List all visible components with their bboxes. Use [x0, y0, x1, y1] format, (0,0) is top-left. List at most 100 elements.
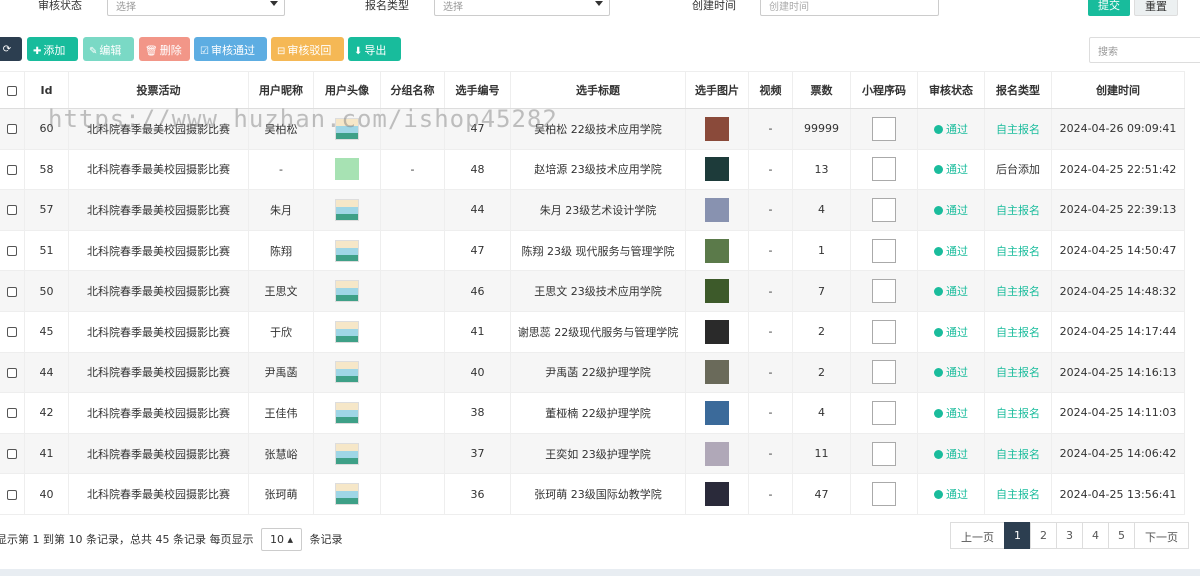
page-button-1[interactable]: 1	[1004, 522, 1031, 549]
row-checkbox[interactable]	[7, 164, 17, 175]
page-button-2[interactable]: 2	[1030, 522, 1057, 549]
signup-type[interactable]: 自主报名	[996, 448, 1040, 461]
table-row[interactable]: 60 北科院春季最美校园摄影比赛 吴柏松 47 吴柏松 22级技术应用学院 -99999 通…	[0, 108, 1185, 150]
contestant-photo[interactable]	[705, 238, 729, 263]
export-button[interactable]: ⬇ 导出	[348, 37, 401, 61]
table-row[interactable]: 40 北科院春季最美校园摄影比赛 张珂萌 36 张珂萌 23级国际幼教学院 -47 通过 自主…	[0, 473, 1185, 515]
row-checkbox[interactable]	[7, 489, 17, 500]
avatar[interactable]	[335, 117, 359, 140]
status-badge[interactable]: 通过	[934, 448, 968, 461]
broken-image-icon[interactable]	[872, 279, 896, 304]
col-header[interactable]: Id	[24, 71, 69, 109]
refresh-button[interactable]: ⟳	[0, 37, 22, 61]
reject-button[interactable]: ⊟ 审核驳回	[271, 37, 344, 61]
broken-image-icon[interactable]	[872, 400, 896, 425]
table-row[interactable]: 45 北科院春季最美校园摄影比赛 于欣 41 谢思蕊 22级现代服务与管理学院 -2 通过 自…	[0, 310, 1185, 353]
contestant-photo[interactable]	[705, 116, 729, 141]
signup-type[interactable]: 自主报名	[996, 488, 1040, 501]
edit-button[interactable]: ✎ 编辑	[83, 37, 134, 61]
row-select-cell[interactable]	[0, 189, 25, 231]
select-all-checkbox[interactable]	[7, 85, 17, 96]
col-header[interactable]: 选手图片	[685, 71, 749, 109]
page-button-4[interactable]: 4	[1082, 522, 1109, 549]
page-size-select[interactable]: 10 ▴	[260, 528, 302, 551]
prev-page-button[interactable]: 上一页	[950, 522, 1005, 549]
broken-image-icon[interactable]	[872, 157, 896, 182]
broken-image-icon[interactable]	[872, 441, 896, 466]
signup-type[interactable]: 自主报名	[996, 407, 1040, 420]
row-select-cell[interactable]	[0, 351, 25, 394]
table-row[interactable]: 44 北科院春季最美校园摄影比赛 尹禹菡 40 尹禹菡 22级护理学院 -2 通过 自主报名 2…	[0, 351, 1185, 394]
broken-image-icon[interactable]	[872, 360, 896, 385]
row-select-cell[interactable]	[0, 148, 25, 191]
delete-button[interactable]: 🗑 删除	[139, 37, 190, 61]
broken-image-icon[interactable]	[872, 116, 896, 141]
search-input[interactable]: 搜索	[1089, 37, 1200, 63]
table-row[interactable]: 57 北科院春季最美校园摄影比赛 朱月 44 朱月 23级艺术设计学院 -4 通过 自主报名 2…	[0, 189, 1185, 231]
row-checkbox[interactable]	[7, 124, 17, 135]
created-time-input[interactable]: 创建时间	[760, 0, 939, 16]
row-select-cell[interactable]	[0, 473, 25, 515]
row-select-cell[interactable]	[0, 392, 25, 434]
row-checkbox[interactable]	[7, 449, 17, 460]
col-header[interactable]: 报名类型	[984, 71, 1052, 109]
col-header[interactable]: 票数	[792, 71, 851, 109]
approve-button[interactable]: ☑ 审核通过	[194, 37, 267, 61]
col-header[interactable]: 审核状态	[917, 71, 985, 109]
signup-type[interactable]: 自主报名	[996, 366, 1040, 379]
table-row[interactable]: 58 北科院春季最美校园摄影比赛 - -48 赵培源 23级技术应用学院 -13 通过 后台添…	[0, 148, 1185, 191]
signup-type-select[interactable]: 选择	[434, 0, 610, 16]
signup-type[interactable]: 自主报名	[996, 326, 1040, 339]
row-select-cell[interactable]	[0, 229, 25, 272]
status-badge[interactable]: 通过	[934, 163, 968, 176]
row-checkbox[interactable]	[7, 367, 17, 378]
next-page-button[interactable]: 下一页	[1134, 522, 1189, 549]
avatar[interactable]	[335, 442, 359, 465]
table-row[interactable]: 50 北科院春季最美校园摄影比赛 王思文 46 王思文 23级技术应用学院 -7 通过 自主报…	[0, 270, 1185, 312]
col-header[interactable]: 用户昵称	[248, 71, 314, 109]
avatar[interactable]	[335, 239, 359, 262]
row-select-cell[interactable]	[0, 270, 25, 312]
signup-type[interactable]: 自主报名	[996, 204, 1040, 217]
page-button-3[interactable]: 3	[1056, 522, 1083, 549]
col-header[interactable]: 用户头像	[313, 71, 381, 109]
row-checkbox[interactable]	[7, 205, 17, 216]
table-row[interactable]: 42 北科院春季最美校园摄影比赛 王佳伟 38 董桠楠 22级护理学院 -4 通过 自主报名 2…	[0, 392, 1185, 434]
contestant-photo[interactable]	[705, 360, 729, 385]
row-checkbox[interactable]	[7, 408, 17, 419]
row-select-cell[interactable]	[0, 432, 25, 475]
contestant-photo[interactable]	[705, 482, 729, 507]
col-header[interactable]: 投票活动	[68, 71, 249, 109]
add-button[interactable]: ✚ 添加	[27, 37, 78, 61]
col-header[interactable]: 选手编号	[444, 71, 511, 109]
submit-button[interactable]: 提交	[1088, 0, 1130, 16]
status-badge[interactable]: 通过	[934, 204, 968, 217]
status-badge[interactable]: 通过	[934, 123, 968, 136]
row-select-cell[interactable]	[0, 108, 25, 150]
broken-image-icon[interactable]	[872, 197, 896, 222]
contestant-photo[interactable]	[705, 197, 729, 222]
col-header[interactable]: 小程序码	[850, 71, 918, 109]
status-badge[interactable]: 通过	[934, 366, 968, 379]
broken-image-icon[interactable]	[872, 482, 896, 507]
signup-type[interactable]: 自主报名	[996, 123, 1040, 136]
status-badge[interactable]: 通过	[934, 326, 968, 339]
col-header[interactable]: 视频	[748, 71, 793, 109]
col-header[interactable]: 分组名称	[380, 71, 445, 109]
col-header[interactable]: 选手标题	[510, 71, 686, 109]
table-row[interactable]: 51 北科院春季最美校园摄影比赛 陈翔 47 陈翔 23级 现代服务与管理学院 -1 通过 自…	[0, 229, 1185, 272]
signup-type[interactable]: 自主报名	[996, 285, 1040, 298]
contestant-photo[interactable]	[705, 400, 729, 425]
signup-type[interactable]: 自主报名	[996, 245, 1040, 258]
status-badge[interactable]: 通过	[934, 285, 968, 298]
broken-image-icon[interactable]	[872, 319, 896, 344]
row-checkbox[interactable]	[7, 327, 17, 338]
contestant-photo[interactable]	[705, 441, 729, 466]
row-checkbox[interactable]	[7, 246, 17, 257]
contestant-photo[interactable]	[705, 319, 729, 344]
avatar[interactable]	[335, 483, 359, 506]
status-badge[interactable]: 通过	[934, 488, 968, 501]
avatar[interactable]	[335, 401, 359, 424]
avatar[interactable]	[335, 320, 359, 343]
broken-image-icon[interactable]	[872, 238, 896, 263]
